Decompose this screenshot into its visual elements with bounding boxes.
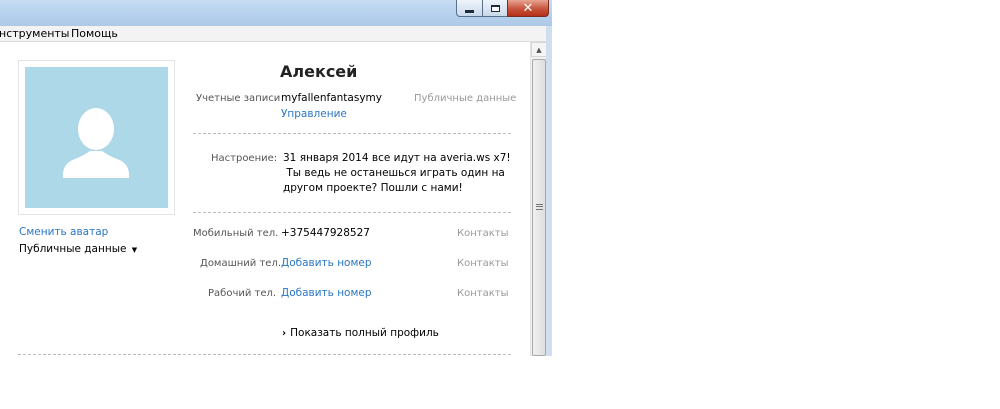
mood-line-1: 31 января 2014 все идут на averia.ws x7! [283, 152, 511, 164]
accounts-visibility[interactable]: Публичные данные [414, 93, 516, 104]
home-phone-label: Домашний тел. [200, 258, 282, 269]
close-icon: ✕ [522, 0, 534, 16]
change-avatar-link[interactable]: Сменить аватар [19, 226, 108, 238]
profile-name: Алексей [280, 62, 358, 81]
menu-item-tools[interactable]: нструменты [0, 26, 70, 41]
vertical-scrollbar[interactable]: ▲ [530, 42, 547, 356]
menu-item-help[interactable]: Помощь [71, 26, 118, 41]
mood-label: Настроение: [211, 153, 278, 164]
divider [18, 354, 511, 355]
add-home-phone-link[interactable]: Добавить номер [281, 257, 372, 269]
arrow-up-icon: ▲ [536, 45, 542, 54]
maximize-button[interactable] [482, 0, 508, 17]
mood-line-2: Ты ведь не останешься играть один на [283, 167, 505, 179]
scrollbar-thumb[interactable] [532, 59, 546, 356]
mood-line-3: другом проекте? Пошли с нами! [283, 182, 463, 194]
caret-down-icon: ▼ [131, 246, 138, 254]
minimize-icon [465, 9, 474, 13]
show-full-profile-label: Показать полный профиль [290, 327, 439, 339]
application-window: ✕ нструменты Помощь Сменить аватар Публи… [0, 0, 552, 356]
person-silhouette-icon [63, 108, 129, 178]
divider [193, 133, 511, 134]
mobile-phone-label: Мобильный тел. [193, 228, 279, 239]
divider [193, 212, 511, 213]
public-data-dropdown[interactable]: Публичные данные ▼ [19, 243, 137, 255]
mobile-phone-visibility[interactable]: Контакты [457, 228, 508, 239]
title-bar[interactable]: ✕ [0, 0, 552, 26]
avatar [25, 67, 168, 208]
menu-bar: нструменты Помощь [0, 26, 552, 42]
close-button[interactable]: ✕ [507, 0, 549, 17]
add-work-phone-link[interactable]: Добавить номер [281, 287, 372, 299]
minimize-button[interactable] [456, 0, 483, 17]
account-username: myfallenfantasymy [281, 92, 382, 104]
scroll-up-button[interactable]: ▲ [531, 42, 547, 57]
window-border [546, 26, 552, 356]
manage-accounts-link[interactable]: Управление [281, 108, 347, 120]
mobile-phone-value: +375447928527 [281, 227, 370, 239]
chevron-right-icon: › [282, 328, 287, 339]
show-full-profile-link[interactable]: › Показать полный профиль [282, 327, 439, 339]
grip-icon [536, 204, 543, 210]
public-data-dropdown-label: Публичные данные [19, 243, 127, 255]
avatar-frame[interactable] [18, 60, 175, 215]
accounts-label: Учетные записи [196, 93, 281, 104]
maximize-icon [490, 4, 500, 12]
home-phone-visibility[interactable]: Контакты [457, 258, 508, 269]
work-phone-label: Рабочий тел. [208, 288, 277, 299]
work-phone-visibility[interactable]: Контакты [457, 288, 508, 299]
